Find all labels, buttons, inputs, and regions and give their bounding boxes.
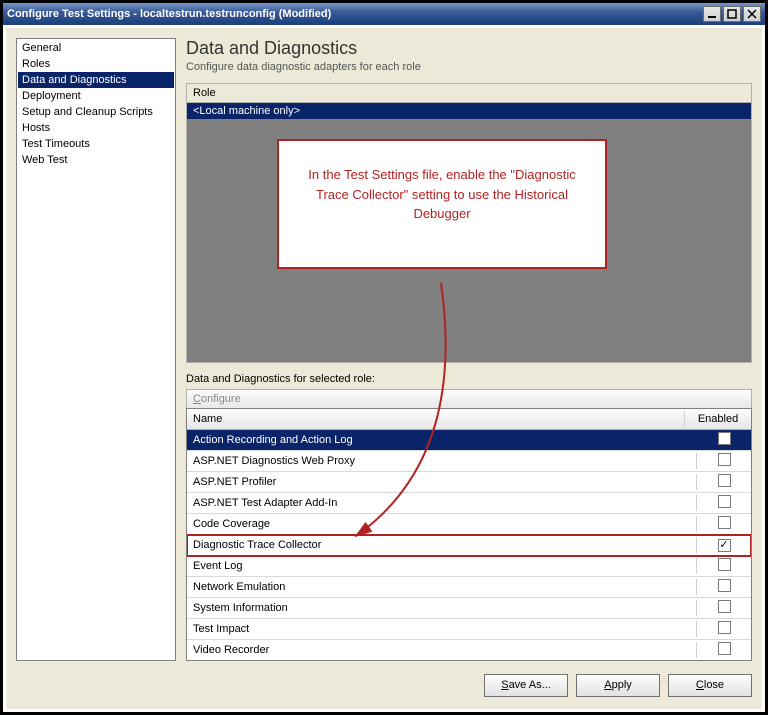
enabled-checkbox[interactable]	[718, 474, 731, 487]
enabled-checkbox[interactable]	[718, 516, 731, 529]
enabled-checkbox[interactable]	[718, 642, 731, 655]
sidebar-item-roles[interactable]: Roles	[18, 56, 174, 72]
role-row-local[interactable]: <Local machine only>	[187, 103, 751, 119]
cell-name: Code Coverage	[187, 516, 697, 532]
cell-name: Test Impact	[187, 621, 697, 637]
cell-name: ASP.NET Profiler	[187, 474, 697, 490]
enabled-checkbox[interactable]	[718, 600, 731, 613]
apply-button[interactable]: Apply	[576, 674, 660, 697]
sidebar-item-hosts[interactable]: Hosts	[18, 120, 174, 136]
role-header: Role	[187, 84, 751, 103]
minimize-button[interactable]	[703, 6, 721, 22]
dialog-window: Configure Test Settings - localtestrun.t…	[0, 0, 768, 715]
enabled-checkbox[interactable]	[718, 453, 731, 466]
sidebar-item-deployment[interactable]: Deployment	[18, 88, 174, 104]
button-bar: Save As... Apply Close	[16, 671, 752, 699]
grid-row[interactable]: Action Recording and Action Log	[187, 430, 751, 451]
grid-label: Data and Diagnostics for selected role:	[186, 373, 752, 385]
cell-name: Video Recorder	[187, 642, 697, 658]
sidebar-item-test-timeouts[interactable]: Test Timeouts	[18, 136, 174, 152]
sidebar-item-label: Data and Diagnostics	[22, 74, 127, 86]
title-bar: Configure Test Settings - localtestrun.t…	[3, 3, 765, 25]
sidebar-item-label: Web Test	[22, 154, 67, 166]
cell-name: ASP.NET Diagnostics Web Proxy	[187, 453, 697, 469]
maximize-button[interactable]	[723, 6, 741, 22]
role-panel: Role <Local machine only> In the Test Se…	[186, 83, 752, 363]
configure-toolbar: Configure	[186, 389, 752, 408]
columns: General Roles Data and Diagnostics Deplo…	[16, 38, 752, 661]
grid-row[interactable]: Code Coverage	[187, 514, 751, 535]
grid-row[interactable]: ASP.NET Diagnostics Web Proxy	[187, 451, 751, 472]
sidebar-item-label: Hosts	[22, 122, 50, 134]
close-button[interactable]	[743, 6, 761, 22]
sidebar-item-data-and-diagnostics[interactable]: Data and Diagnostics	[18, 72, 174, 88]
grid-row[interactable]: Test Impact	[187, 619, 751, 640]
enabled-checkbox[interactable]	[718, 621, 731, 634]
grid-row[interactable]: ASP.NET Test Adapter Add-In	[187, 493, 751, 514]
sidebar-item-label: Roles	[22, 58, 50, 70]
grid-wrap: Configure Name Enabled Action Recording …	[186, 389, 752, 661]
col-enabled[interactable]: Enabled	[685, 411, 751, 427]
main-area: Data and Diagnostics Configure data diag…	[186, 38, 752, 661]
category-sidebar[interactable]: General Roles Data and Diagnostics Deplo…	[16, 38, 176, 661]
enabled-checkbox[interactable]	[718, 539, 731, 552]
grid-header: Name Enabled	[187, 409, 751, 430]
window-title: Configure Test Settings - localtestrun.t…	[7, 8, 701, 20]
save-as-button[interactable]: Save As...	[484, 674, 568, 697]
sidebar-item-web-test[interactable]: Web Test	[18, 152, 174, 168]
annotation-text: In the Test Settings file, enable the "D…	[308, 167, 575, 221]
cell-name: Network Emulation	[187, 579, 697, 595]
close-button-bottom[interactable]: Close	[668, 674, 752, 697]
adapters-grid[interactable]: Name Enabled Action Recording and Action…	[186, 408, 752, 661]
enabled-checkbox[interactable]	[718, 579, 731, 592]
grid-row-diagnostic-trace[interactable]: Diagnostic Trace Collector	[187, 535, 751, 556]
grid-row[interactable]: Event Log	[187, 556, 751, 577]
dialog-body: General Roles Data and Diagnostics Deplo…	[6, 28, 762, 709]
configure-button: Configure	[193, 393, 241, 405]
cell-name: ASP.NET Test Adapter Add-In	[187, 495, 697, 511]
col-name[interactable]: Name	[187, 411, 685, 427]
enabled-checkbox[interactable]	[718, 432, 731, 445]
grid-row[interactable]: ASP.NET Profiler	[187, 472, 751, 493]
sidebar-item-label: Test Timeouts	[22, 138, 90, 150]
sidebar-item-general[interactable]: General	[18, 40, 174, 56]
cell-name: Action Recording and Action Log	[187, 432, 697, 448]
enabled-checkbox[interactable]	[718, 495, 731, 508]
sidebar-item-setup-cleanup[interactable]: Setup and Cleanup Scripts	[18, 104, 174, 120]
grid-row[interactable]: Video Recorder	[187, 640, 751, 661]
grid-row[interactable]: System Information	[187, 598, 751, 619]
cell-name: Event Log	[187, 558, 697, 574]
enabled-checkbox[interactable]	[718, 558, 731, 571]
page-title: Data and Diagnostics	[186, 38, 752, 59]
sidebar-item-label: Setup and Cleanup Scripts	[22, 106, 153, 118]
cell-name: System Information	[187, 600, 697, 616]
sidebar-item-label: General	[22, 42, 61, 54]
annotation-callout: In the Test Settings file, enable the "D…	[277, 139, 607, 269]
sidebar-item-label: Deployment	[22, 90, 81, 102]
grid-row[interactable]: Network Emulation	[187, 577, 751, 598]
page-subtitle: Configure data diagnostic adapters for e…	[186, 61, 752, 73]
cell-name: Diagnostic Trace Collector	[187, 537, 697, 553]
